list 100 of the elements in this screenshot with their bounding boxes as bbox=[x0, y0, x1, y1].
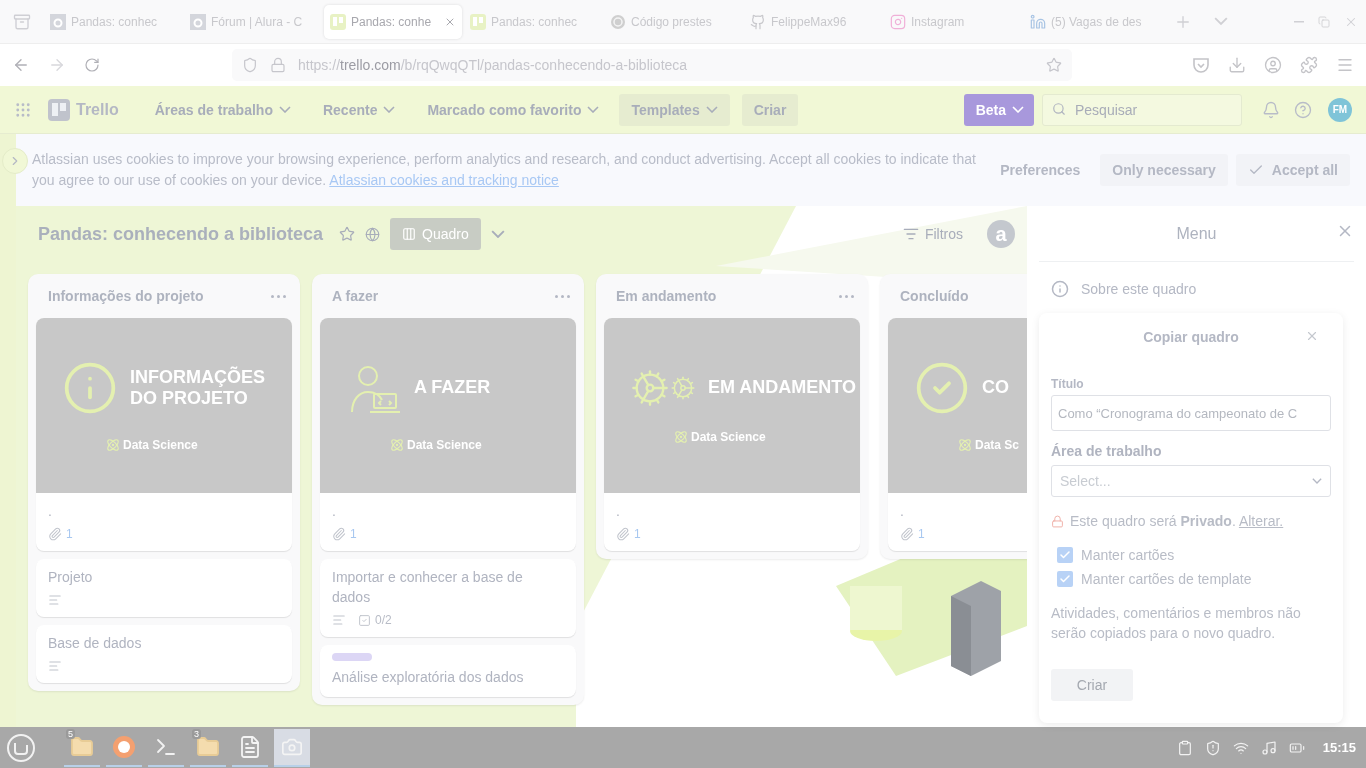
lock-icon bbox=[1051, 514, 1064, 528]
privacy-text: Este quadro será Privado. Alterar. bbox=[1070, 513, 1284, 529]
attachment-count: 1 bbox=[918, 527, 925, 541]
attachment-icon bbox=[900, 527, 914, 541]
info-icon bbox=[1051, 280, 1069, 298]
checkbox[interactable] bbox=[1057, 547, 1073, 563]
atom-icon bbox=[674, 429, 688, 444]
lock-icon bbox=[270, 57, 286, 73]
list-title: Concluído bbox=[900, 288, 969, 304]
shield-icon bbox=[1204, 739, 1221, 756]
atom-icon bbox=[958, 437, 972, 452]
check-icon bbox=[1059, 549, 1071, 561]
more-icon[interactable] bbox=[271, 294, 286, 298]
taskbar-app[interactable] bbox=[274, 728, 310, 767]
card[interactable]: Projeto bbox=[36, 559, 292, 617]
text-editor-icon bbox=[238, 734, 262, 759]
panel-title: Menu bbox=[1176, 224, 1217, 243]
taskbar-app[interactable]: 3 bbox=[190, 728, 226, 767]
copy-note: Atividades, comentários e membros não serão copiados para o novo quadro. bbox=[1051, 604, 1302, 643]
card-title: . bbox=[48, 502, 53, 521]
minimize-icon bbox=[1294, 20, 1304, 23]
board-icon bbox=[402, 227, 417, 241]
swirl-logo-icon bbox=[610, 13, 626, 30]
checkbox[interactable] bbox=[1057, 571, 1073, 587]
user-avatar[interactable]: FM bbox=[1328, 97, 1352, 122]
account-icon bbox=[1264, 56, 1282, 74]
cookie-button[interactable]: Only necessary bbox=[1100, 154, 1228, 186]
search-icon bbox=[1052, 101, 1066, 116]
linkedin-icon bbox=[1030, 13, 1046, 30]
cookie-button[interactable]: Preferences bbox=[988, 154, 1093, 186]
filter-button[interactable]: Filtros bbox=[896, 225, 969, 243]
menu-icon bbox=[1336, 56, 1354, 74]
chevron-down-icon bbox=[1214, 17, 1228, 26]
board-title: Pandas: conhecendo a biblioteca bbox=[38, 223, 324, 245]
menu-button[interactable]: Recente bbox=[310, 93, 408, 126]
create-button[interactable]: Criar bbox=[1051, 669, 1133, 701]
restore-icon bbox=[1318, 15, 1330, 28]
star-icon bbox=[339, 226, 356, 242]
atom-icon bbox=[390, 437, 404, 452]
attachment-icon bbox=[48, 527, 62, 541]
chevron-down-icon bbox=[1312, 478, 1322, 484]
logo-text: Trello bbox=[76, 100, 119, 119]
card[interactable]: Análise exploratória dos dados bbox=[320, 645, 576, 697]
github-icon bbox=[750, 13, 766, 30]
trello-logo-icon bbox=[330, 13, 346, 30]
checkbox-label: Manter cartões de template bbox=[1081, 571, 1252, 587]
view-button[interactable]: Quadro bbox=[390, 218, 481, 250]
attachment-icon bbox=[332, 527, 346, 541]
bell-icon bbox=[1262, 100, 1280, 119]
logo-icon bbox=[50, 13, 66, 30]
list-title: A fazer bbox=[332, 288, 379, 304]
field-label: Área de trabalho bbox=[1051, 443, 1163, 459]
cookie-policy-link[interactable]: Atlassian cookies and tracking notice bbox=[329, 172, 559, 188]
browser-icon bbox=[112, 734, 136, 759]
help-icon bbox=[1294, 100, 1312, 119]
atom-icon bbox=[106, 437, 120, 452]
card[interactable]: Base de dados bbox=[36, 625, 292, 683]
accept-button[interactable]: Accept all bbox=[1235, 154, 1350, 186]
card-title: Importar e conhecer a base de dados bbox=[332, 568, 524, 607]
attachment-icon bbox=[616, 527, 630, 541]
title-field[interactable]: Como “Cronograma do campeonato de C bbox=[1051, 395, 1331, 431]
cookie-notice: Atlassian uses cookies to improve your browsing experience, perform analytics and research, and conduct advertising. Accept all cookies to indicate that you agree to our use of cookies on your device. Atlassian cookies and tracking notice bbox=[32, 150, 977, 190]
start-menu-icon bbox=[6, 732, 36, 763]
logo-icon bbox=[190, 13, 206, 30]
music-icon bbox=[1260, 739, 1277, 756]
menu-button[interactable]: Templates bbox=[619, 93, 730, 126]
menu-button[interactable]: Áreas de trabalho bbox=[142, 93, 303, 126]
download-icon bbox=[1228, 56, 1246, 74]
tab-list-icon bbox=[13, 12, 31, 31]
checklist-icon bbox=[358, 613, 371, 627]
taskbar-app[interactable]: 5 bbox=[64, 728, 100, 767]
browser-tab[interactable]: Pandas: conhe bbox=[324, 4, 462, 39]
search-field[interactable]: Pesquisar bbox=[1042, 93, 1242, 126]
trello-logo-icon bbox=[470, 13, 486, 30]
attachment-count: 1 bbox=[66, 527, 73, 541]
trello-logo-icon bbox=[48, 98, 70, 121]
card-title: . bbox=[616, 502, 621, 521]
list-title: Informações do projeto bbox=[48, 288, 204, 304]
change-link[interactable]: Alterar. bbox=[1238, 513, 1284, 529]
globe-icon bbox=[365, 226, 381, 242]
checkbox-label: Manter cartões bbox=[1081, 547, 1175, 563]
more-icon[interactable] bbox=[839, 294, 854, 298]
checklist-count: 0/2 bbox=[375, 613, 392, 627]
popover-title: Copiar quadro bbox=[1143, 329, 1239, 345]
attachment-count: 1 bbox=[634, 527, 641, 541]
apps-grid-icon bbox=[14, 100, 32, 119]
menu-item[interactable]: Sobre este quadro bbox=[1039, 262, 1209, 316]
menu-button[interactable]: Marcado como favorito bbox=[415, 93, 612, 126]
extensions-icon bbox=[1300, 56, 1318, 74]
card-title: Base de dados bbox=[48, 634, 143, 653]
shield-icon bbox=[242, 57, 258, 73]
beta-button[interactable]: Beta bbox=[963, 93, 1034, 126]
star-icon bbox=[1046, 57, 1062, 73]
card[interactable]: Importar e conhecer a base de dados 0/2 bbox=[320, 559, 576, 637]
card-title: Análise exploratória dos dados bbox=[332, 668, 525, 687]
window-count: 5 bbox=[66, 728, 75, 739]
create-button[interactable]: Criar bbox=[741, 93, 799, 126]
close-icon bbox=[1305, 329, 1319, 343]
more-icon[interactable] bbox=[555, 294, 570, 298]
attachment-count: 1 bbox=[350, 527, 357, 541]
